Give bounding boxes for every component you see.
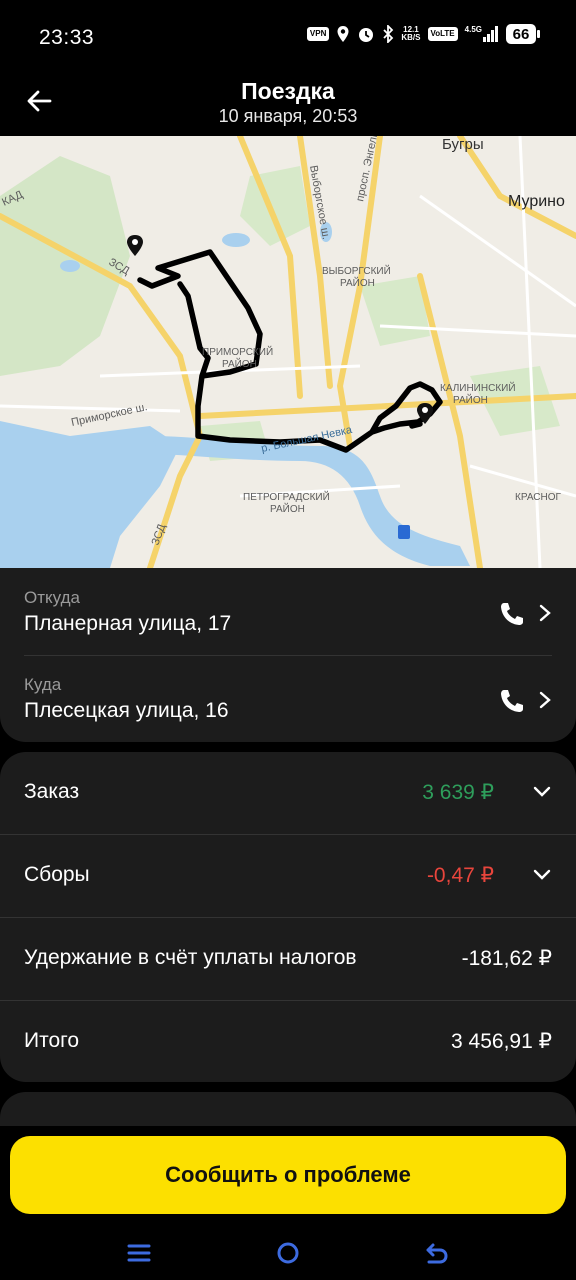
status-icons: VPN 12.1 KB/S VoLTE 4.5G 66: [306, 24, 540, 44]
report-problem-button[interactable]: Сообщить о проблеме: [10, 1136, 566, 1214]
total-row: Итого 3 456,91 ₽: [24, 1001, 552, 1083]
phone-icon[interactable]: [498, 687, 526, 715]
order-label: Заказ: [24, 780, 80, 803]
home-icon[interactable]: [275, 1240, 301, 1266]
alarm-icon: [359, 28, 374, 42]
header: Поездка 10 января, 20:53: [0, 72, 576, 136]
system-nav-bar: [0, 1230, 576, 1280]
route-map[interactable]: Бугры Мурино Выборгское ш. просп. Энгель…: [0, 136, 576, 568]
address-card: Откуда Планерная улица, 17 Куда Плесецка…: [0, 568, 576, 742]
map-label: ВЫБОРГСКИЙ: [322, 264, 391, 277]
chevron-right-icon[interactable]: [538, 691, 552, 709]
total-label: Итого: [24, 1029, 80, 1052]
fees-label: Сборы: [24, 863, 90, 886]
status-bar: 23:33 VPN 12.1 KB/S VoLTE 4.5G 66: [0, 0, 576, 72]
location-icon: [337, 26, 349, 42]
fees-row[interactable]: Сборы -0,47 ₽: [24, 835, 552, 917]
order-value: 3 639 ₽: [422, 781, 494, 804]
lake: [60, 260, 80, 272]
page-title: Поездка: [241, 78, 335, 104]
fees-value: -0,47 ₽: [426, 864, 494, 887]
total-value: 3 456,91 ₽: [451, 1030, 552, 1053]
map-label: РАЙОН: [340, 276, 375, 289]
vpn-icon: VPN: [306, 27, 330, 41]
phone-icon[interactable]: [498, 600, 526, 628]
finance-card: Заказ 3 639 ₽ Сборы -0,47 ₽ Удержание в …: [0, 752, 576, 1082]
map-label: РАЙОН: [222, 357, 257, 370]
map-label: РАЙОН: [453, 393, 488, 406]
map-label: Мурино: [508, 193, 565, 210]
menu-icon[interactable]: [126, 1240, 152, 1266]
map-label: ПРИМОРСКИЙ: [202, 345, 273, 358]
map-label: РАЙОН: [270, 502, 305, 515]
bluetooth-icon: [383, 25, 394, 43]
status-time: 23:33: [39, 26, 95, 49]
chevron-down-icon[interactable]: [532, 784, 552, 800]
to-address: Плесецкая улица, 16: [24, 699, 229, 722]
page-subtitle: 10 января, 20:53: [218, 106, 358, 126]
order-row[interactable]: Заказ 3 639 ₽: [24, 752, 552, 834]
map-label: КРАСНОГ: [515, 492, 561, 503]
to-row[interactable]: Куда Плесецкая улица, 16: [24, 655, 552, 742]
from-row[interactable]: Откуда Планерная улица, 17: [24, 568, 552, 655]
map-label: КАЛИНИНСКИЙ: [440, 381, 516, 394]
map-label: ПЕТРОГРАДСКИЙ: [243, 490, 330, 503]
chevron-down-icon[interactable]: [532, 867, 552, 883]
tax-row: Удержание в счёт уплаты налогов -181,62 …: [24, 918, 552, 1000]
net-speed: 12.1 KB/S: [401, 25, 421, 42]
tax-label: Удержание в счёт уплаты налогов: [24, 946, 357, 969]
metro-icon: [398, 525, 410, 539]
back-icon[interactable]: [424, 1240, 450, 1266]
signal-icon: 4.5G: [465, 26, 499, 42]
map-label: Бугры: [442, 136, 484, 153]
from-address: Планерная улица, 17: [24, 612, 232, 635]
tax-value: -181,62 ₽: [461, 947, 552, 970]
to-label: Куда: [24, 675, 62, 694]
lake: [222, 233, 250, 247]
battery-icon: 66: [506, 24, 540, 44]
volte-icon: VoLTE: [427, 27, 458, 41]
from-label: Откуда: [24, 588, 80, 607]
chevron-right-icon[interactable]: [538, 604, 552, 622]
